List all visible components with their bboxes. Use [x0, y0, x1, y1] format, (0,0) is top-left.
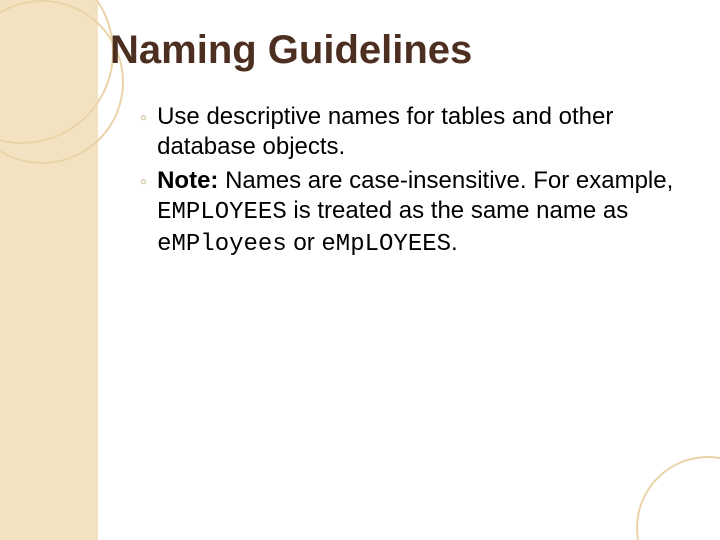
bullet-marker: ◦: [140, 106, 147, 131]
text-fragment: Names are case-insensitive. For example,: [218, 167, 673, 194]
code-text: EMPLOYEES: [157, 199, 287, 226]
text-fragment: is treated as the same name as: [287, 197, 629, 224]
text-fragment: or: [287, 229, 322, 256]
code-text: eMpLOYEES: [321, 231, 451, 258]
bullet-text: Use descriptive names for tables and oth…: [157, 102, 680, 162]
bullet-item: ◦ Note: Names are case-insensitive. For …: [140, 166, 680, 260]
decorative-circle: [636, 456, 720, 540]
slide-body: ◦ Use descriptive names for tables and o…: [140, 102, 680, 264]
text-fragment: .: [451, 229, 458, 256]
code-text: eMPloyees: [157, 231, 287, 258]
note-label: Note:: [157, 167, 218, 194]
bullet-text: Note: Names are case-insensitive. For ex…: [157, 166, 680, 260]
slide-title: Naming Guidelines: [110, 28, 472, 73]
bullet-marker: ◦: [140, 170, 147, 195]
bullet-item: ◦ Use descriptive names for tables and o…: [140, 102, 680, 162]
